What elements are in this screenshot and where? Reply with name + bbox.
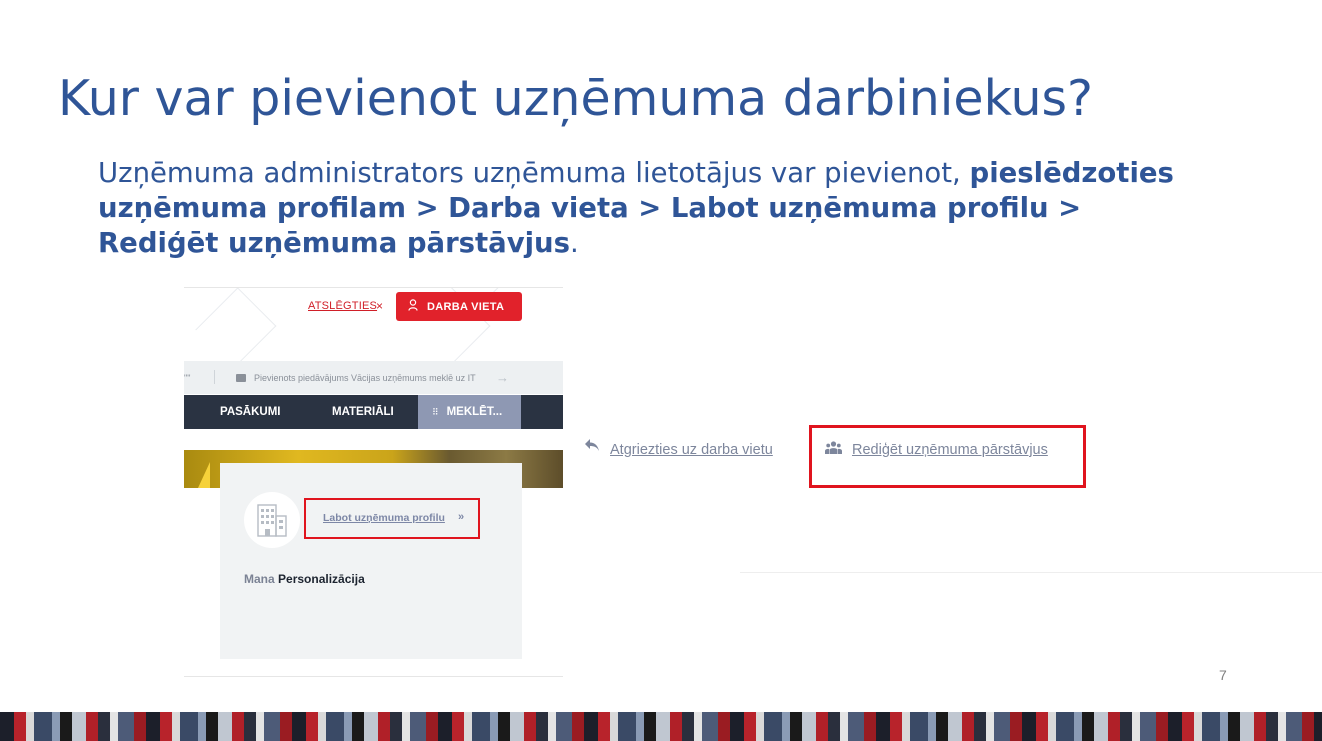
building-icon [244,492,300,548]
body-lead-text: Uzņēmuma administrators uzņēmuma lietotā… [98,157,970,189]
slide-title: Kur var pievienot uzņēmuma darbiniekus? [58,70,1094,127]
company-card: Labot uzņēmuma profilu » Mana Personaliz… [220,463,522,659]
reply-arrow-icon [584,438,600,455]
news-ticker: "" Pievienots piedāvājums Vācijas uzņēmu… [184,361,563,394]
highlight-box-edit-representatives [809,425,1086,488]
back-to-workplace-link[interactable]: Atgriezties uz darba vietu [584,438,773,458]
slide-body: Uzņēmuma administrators uzņēmuma lietotā… [98,156,1198,261]
left-screenshot: ATSLĒGTIES × DARBA VIETA "" Pievienots p… [184,287,563,677]
personalization-heading-label: Personalizācija [278,572,365,586]
highlight-box-edit-profile [304,498,480,539]
grid-icon: ⠿ [432,407,439,417]
ticker-divider [214,370,215,384]
ticker-text[interactable]: Pievienots piedāvājums Vācijas uzņēmums … [254,373,476,383]
decorative-footer-band [0,712,1322,741]
workplace-button[interactable]: DARBA VIETA [396,292,522,321]
personalization-heading: Mana Personalizācija [244,572,365,586]
briefcase-icon [236,374,246,382]
main-nav: PASĀKUMI MATERIĀLI ⠿ MEKLĒT... [184,395,563,429]
personalization-heading-prefix: Mana [244,572,275,586]
person-icon [408,299,418,314]
nav-search-button[interactable]: ⠿ MEKLĒT... [418,395,521,429]
nav-item-materials[interactable]: MATERIĀLI [332,406,394,418]
divider-line [740,572,1322,573]
logout-link[interactable]: ATSLĒGTIES [308,300,377,312]
back-to-workplace-label: Atgriezties uz darba vietu [610,441,773,458]
site-header: ATSLĒGTIES × DARBA VIETA [184,288,563,369]
hero-accent-shape [198,462,210,488]
body-end: . [570,227,579,259]
nav-item-events[interactable]: PASĀKUMI [220,406,280,418]
nav-search-label: MEKLĒT... [446,406,503,418]
page-number: 7 [1219,667,1227,683]
ticker-fragment: "" [184,373,191,383]
workplace-button-label: DARBA VIETA [427,300,505,313]
arrow-right-icon[interactable]: → [496,370,509,385]
logout-close-icon[interactable]: × [376,299,383,313]
